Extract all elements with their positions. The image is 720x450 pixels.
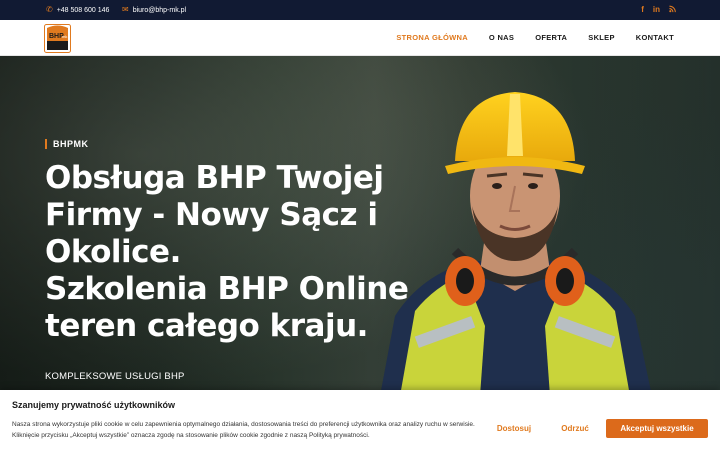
headline-line: Okolice. bbox=[45, 234, 181, 270]
headline-line: Szkolenia BHP Online bbox=[45, 271, 409, 307]
accept-all-button[interactable]: Akceptuj wszystkie bbox=[606, 419, 708, 438]
email-contact[interactable]: ✉ biuro@bhp-mk.pl bbox=[122, 6, 186, 14]
worker-photo bbox=[380, 92, 652, 396]
nav-offer[interactable]: OFERTA bbox=[535, 33, 567, 42]
cookie-text: Nasza strona wykorzystuje pliki cookie w… bbox=[12, 421, 475, 439]
customize-button[interactable]: Dostosuj bbox=[486, 419, 542, 438]
main-menu: STRONA GŁÓWNA O NAS OFERTA SKLEP KONTAKT bbox=[396, 33, 674, 42]
hero-tag: BHPMK bbox=[45, 139, 89, 149]
cookie-title: Szanujemy prywatność użytkowników bbox=[12, 400, 176, 410]
linkedin-icon[interactable]: in bbox=[653, 5, 660, 15]
reject-button[interactable]: Odrzuć bbox=[548, 419, 602, 438]
svg-text:mk: mk bbox=[62, 34, 67, 39]
top-bar: ✆ +48 508 600 146 ✉ biuro@bhp-mk.pl f in bbox=[0, 0, 720, 20]
headline-line: teren całego kraju. bbox=[45, 308, 368, 344]
hero-subtitle: KOMPLEKSOWE USŁUGI BHP bbox=[45, 371, 185, 382]
nav-contact[interactable]: KONTAKT bbox=[636, 33, 674, 42]
headline-line: Obsługa BHP Twojej bbox=[45, 160, 384, 196]
rss-icon[interactable] bbox=[669, 5, 676, 15]
nav-about[interactable]: O NAS bbox=[489, 33, 514, 42]
nav-shop[interactable]: SKLEP bbox=[588, 33, 615, 42]
main-navigation-bar: BHP mk STRONA GŁÓWNA O NAS OFERTA SKLEP … bbox=[0, 20, 720, 56]
nav-home[interactable]: STRONA GŁÓWNA bbox=[396, 33, 468, 42]
envelope-icon: ✉ bbox=[122, 5, 129, 14]
phone-number[interactable]: +48 508 600 146 bbox=[57, 7, 110, 14]
facebook-icon[interactable]: f bbox=[641, 5, 644, 15]
social-links: f in bbox=[641, 5, 676, 15]
cookie-consent-banner: Szanujemy prywatność użytkowników Nasza … bbox=[0, 390, 720, 450]
phone-icon: ✆ bbox=[46, 5, 53, 14]
phone-contact[interactable]: ✆ +48 508 600 146 bbox=[46, 6, 109, 14]
email-address[interactable]: biuro@bhp-mk.pl bbox=[133, 7, 186, 14]
site-logo[interactable]: BHP mk bbox=[44, 24, 71, 53]
headline-line: Firmy - Nowy Sącz i bbox=[45, 197, 378, 233]
hero-headline: Obsługa BHP Twojej Firmy - Nowy Sącz i O… bbox=[45, 160, 409, 345]
